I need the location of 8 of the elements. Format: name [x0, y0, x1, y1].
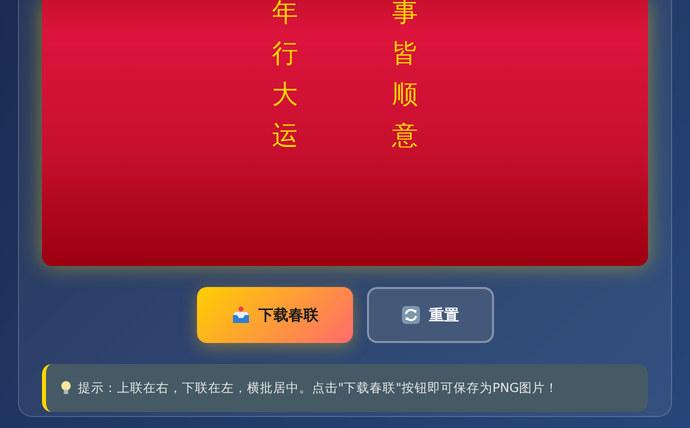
download-button[interactable]: 下载春联	[196, 287, 352, 343]
tip-text: 提示：上联在右，下联在左，横批居中。点击"下载春联"按钮即可保存为PNG图片！	[78, 380, 558, 396]
reset-button[interactable]: 重置	[366, 287, 494, 343]
couplet-scroll: 年行大运	[272, 0, 298, 154]
lightbulb-icon	[60, 380, 72, 396]
refresh-icon	[401, 305, 421, 325]
couplet-scroll: 事皆顺意	[392, 0, 418, 154]
inbox-tray-icon	[230, 305, 250, 325]
